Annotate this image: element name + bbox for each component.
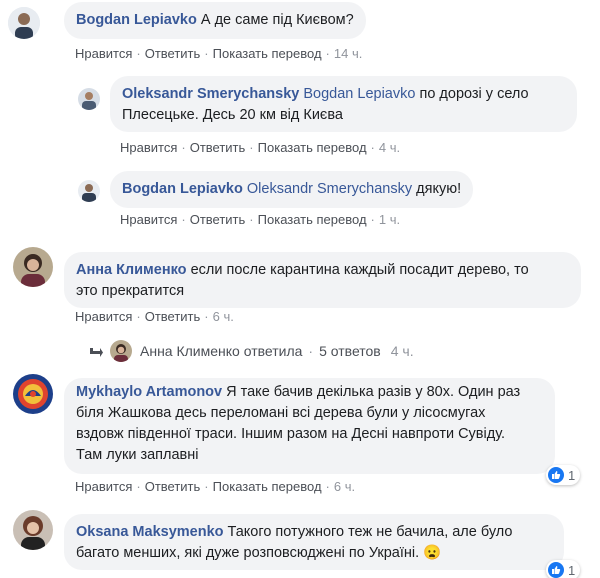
comment-bubble: Bogdan Lepiavko Oleksandr Smerychansky д… (110, 171, 474, 208)
comment-text-line2: біля Жашкова десь переломані всі дерева … (76, 405, 486, 421)
comment-time[interactable]: 6 ч. (213, 309, 234, 324)
reaction-number: 1 (568, 467, 576, 483)
comment-author[interactable]: Bogdan Lepiavko (76, 12, 197, 28)
comment-text: если после карантина каждый посадит дере… (190, 262, 529, 278)
comment-text-line2: это прекратится (76, 283, 185, 299)
translate-link[interactable]: Показать перевод (258, 212, 367, 227)
avatar[interactable] (13, 510, 53, 550)
avatar (110, 340, 132, 362)
view-replies-link[interactable]: Анна Клименко ответила · 5 ответов 4 ч. (88, 340, 414, 362)
comment-time[interactable]: 4 ч. (379, 140, 400, 155)
comment-actions: Нравится · Ответить · 6 ч. (75, 309, 234, 324)
comment-text: по дорозі у село (419, 86, 529, 102)
comment-actions: Нравится · Ответить · Показать перевод · 1 ч. (120, 212, 401, 227)
like-link[interactable]: Нравится (75, 309, 132, 324)
comment-time[interactable]: 6 ч. (334, 479, 355, 494)
reply-link[interactable]: Ответить (145, 309, 201, 324)
translate-link[interactable]: Показать перевод (258, 140, 367, 155)
comment-author[interactable]: Bogdan Lepiavko (122, 181, 243, 197)
comment-text-line2: Плесецьке. Десь 20 км від Києва (122, 107, 343, 123)
reply-link[interactable]: Ответить (190, 140, 246, 155)
avatar[interactable] (78, 88, 100, 110)
comment-text-line4: Там луки заплавні (76, 447, 199, 463)
comment-author[interactable]: Oksana Maksymenko (76, 524, 224, 540)
reply-link[interactable]: Ответить (145, 46, 201, 61)
comment-bubble: Mykhaylo Artamonov Я таке бачив декілька… (64, 378, 555, 474)
avatar[interactable] (8, 7, 40, 39)
thumbs-up-icon (548, 467, 564, 483)
translate-link[interactable]: Показать перевод (213, 46, 322, 61)
reply-arrow-icon (88, 344, 104, 358)
reaction-count[interactable]: 1 (546, 560, 581, 578)
comment-text: Такого потужного теж не бачила, але було (227, 524, 513, 540)
comment-text: дякую! (416, 181, 462, 197)
comment-bubble: Oleksandr Smerychansky Bogdan Lepiavko п… (110, 76, 577, 132)
comment-author[interactable]: Oleksandr Smerychansky (122, 86, 299, 102)
replies-time: 4 ч. (390, 343, 414, 359)
comment-text-line3: вздовж південної траси. Іншим разом на Д… (76, 426, 506, 442)
comment-text: Я таке бачив декілька разів у 80х. Один … (226, 384, 521, 400)
emoji: 😦 (423, 545, 442, 561)
avatar[interactable] (78, 180, 100, 202)
translate-link[interactable]: Показать перевод (213, 479, 322, 494)
like-link[interactable]: Нравится (75, 479, 132, 494)
comment-bubble: Bogdan Lepiavko А де саме під Києвом? (64, 2, 366, 39)
reaction-count[interactable]: 1 (546, 465, 581, 485)
avatar[interactable] (13, 247, 53, 287)
comment-author[interactable]: Mykhaylo Artamonov (76, 384, 222, 400)
comment-bubble: Анна Клименко если после карантина кажды… (64, 252, 581, 308)
comment-author[interactable]: Анна Клименко (76, 262, 187, 278)
comment-actions: Нравится · Ответить · Показать перевод · 6 ч. (75, 479, 356, 494)
thumbs-up-icon (548, 562, 564, 578)
reply-link[interactable]: Ответить (190, 212, 246, 227)
comment-time[interactable]: 14 ч. (334, 46, 362, 61)
comment-actions: Нравится · Ответить · Показать перевод · 14 ч. (75, 46, 363, 61)
comment-bubble: Oksana Maksymenko Такого потужного теж н… (64, 514, 564, 570)
reaction-number: 1 (568, 562, 576, 578)
comment-actions: Нравится · Ответить · Показать перевод · 4 ч. (120, 140, 401, 155)
comment-time[interactable]: 1 ч. (379, 212, 400, 227)
mention-link[interactable]: Oleksandr Smerychansky (247, 181, 412, 197)
like-link[interactable]: Нравится (120, 140, 177, 155)
replies-author: Анна Клименко (140, 343, 240, 359)
mention-link[interactable]: Bogdan Lepiavko (303, 86, 415, 102)
replies-count: 5 ответов (319, 343, 381, 359)
like-link[interactable]: Нравится (75, 46, 132, 61)
comment-text-line2: багато менших, які дуже розповсюджені по… (76, 545, 420, 561)
reply-link[interactable]: Ответить (145, 479, 201, 494)
comment-text: А де саме під Києвом? (200, 12, 354, 28)
like-link[interactable]: Нравится (120, 212, 177, 227)
avatar[interactable] (13, 374, 53, 414)
replies-verb: ответила (243, 343, 303, 359)
